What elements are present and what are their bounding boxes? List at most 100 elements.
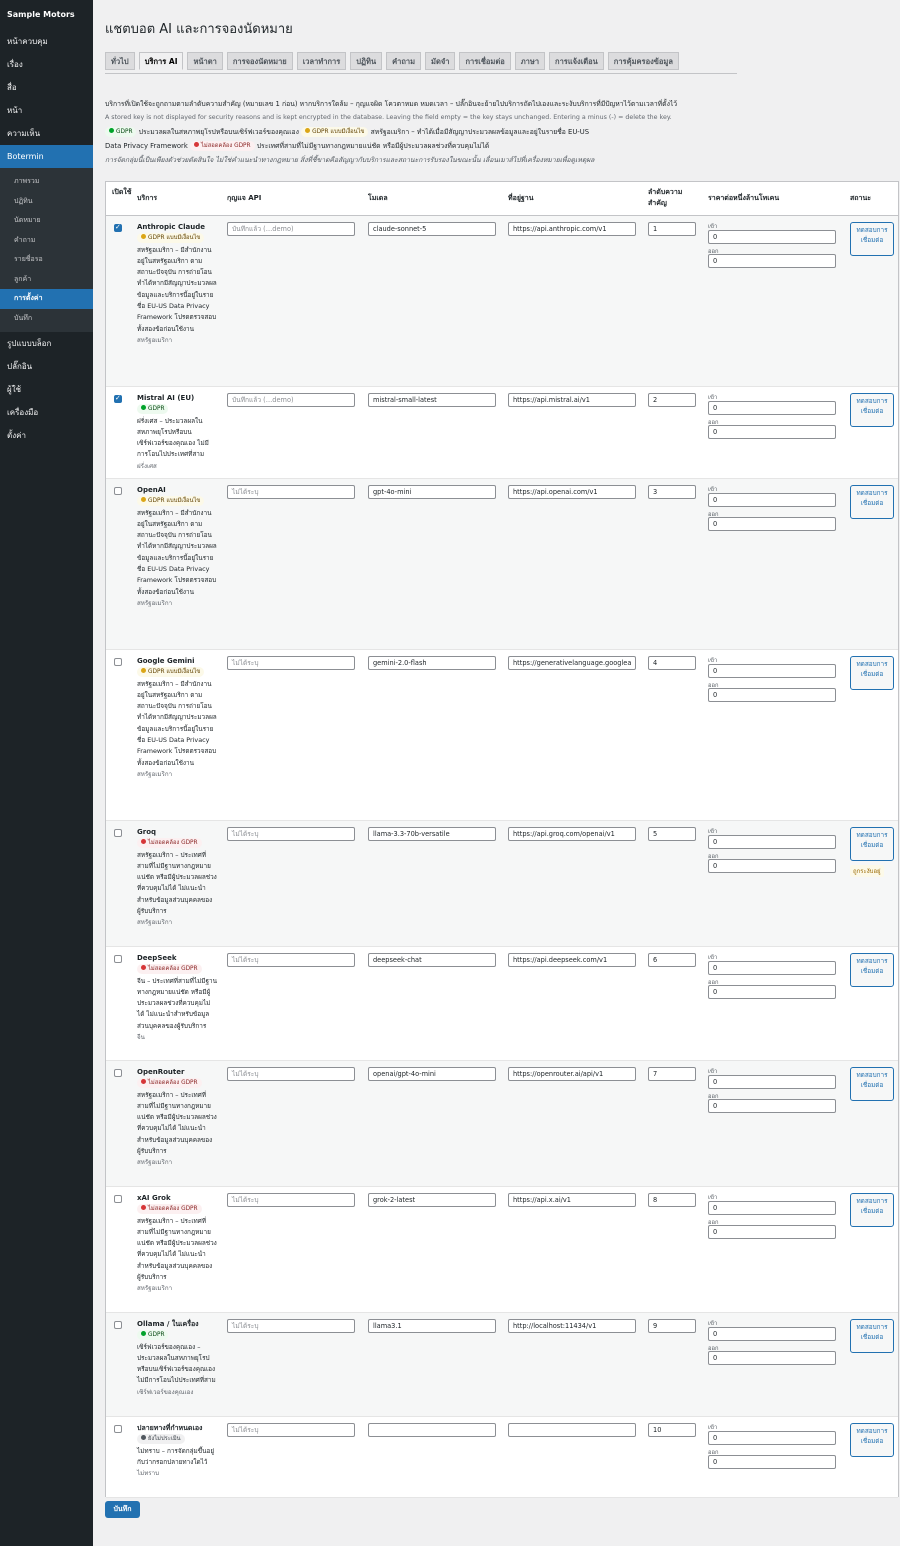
price-out-field[interactable]: 0 [708,1455,836,1469]
api-key-field[interactable]: บันทึกแล้ว (…demo) [227,222,355,236]
tab-8[interactable]: การเชื่อมต่อ [459,52,511,70]
price-in-field[interactable]: 0 [708,1201,836,1215]
model-field[interactable]: llama-3.3-70b-versatile [368,827,496,841]
menu-users[interactable]: ผู้ใช้ [0,378,93,401]
enable-checkbox[interactable] [114,829,122,837]
price-out-field[interactable]: 0 [708,425,836,439]
gdpr-badge[interactable]: GDPR [137,404,169,415]
price-out-field[interactable]: 0 [708,254,836,268]
price-out-field[interactable]: 0 [708,859,836,873]
api-key-field[interactable]: ไม่ได้ระบุ [227,1193,355,1207]
test-connection-button[interactable]: ทดสอบการเชื่อมต่อ [850,222,894,256]
priority-field[interactable]: 10 [648,1423,696,1437]
enable-checkbox[interactable] [114,955,122,963]
menu-comments[interactable]: ความเห็น [0,122,93,145]
enable-checkbox[interactable] [114,1195,122,1203]
test-connection-button[interactable]: ทดสอบการเชื่อมต่อ [850,656,894,690]
site-name[interactable]: Sample Motors [0,0,93,30]
enable-checkbox[interactable] [114,394,122,403]
tab-0[interactable]: ทั่วไป [105,52,135,70]
base-url-field[interactable]: https://openrouter.ai/api/v1 [508,1067,636,1081]
price-out-field[interactable]: 0 [708,1351,836,1365]
model-field[interactable]: deepseek-chat [368,953,496,967]
test-connection-button[interactable]: ทดสอบการเชื่อมต่อ [850,485,894,519]
enable-checkbox[interactable] [114,658,122,666]
submenu-waitlist[interactable]: รายชื่อรอ [0,250,93,270]
model-field[interactable]: openai/gpt-4o-mini [368,1067,496,1081]
tab-11[interactable]: การคุ้มครองข้อมูล [607,52,679,70]
price-in-field[interactable]: 0 [708,1075,836,1089]
model-field[interactable]: gpt-4o-mini [368,485,496,499]
api-key-field[interactable]: บันทึกแล้ว (…demo) [227,393,355,407]
model-field[interactable] [368,1423,496,1437]
priority-field[interactable]: 6 [648,953,696,967]
api-key-field[interactable]: ไม่ได้ระบุ [227,1319,355,1333]
price-out-field[interactable]: 0 [708,517,836,531]
base-url-field[interactable]: https://api.x.ai/v1 [508,1193,636,1207]
model-field[interactable]: gemini-2.0-flash [368,656,496,670]
priority-field[interactable]: 8 [648,1193,696,1207]
gdpr-badge[interactable]: GDPR แบบมีเงื่อนไข [137,233,205,244]
submenu-calendar[interactable]: ปฏิทิน [0,192,93,212]
menu-botermin[interactable]: Botermin [0,145,93,168]
gdpr-badge[interactable]: ไม่สอดคล้อง GDPR [137,838,202,849]
model-field[interactable]: mistral-small-latest [368,393,496,407]
price-in-field[interactable]: 0 [708,401,836,415]
price-in-field[interactable]: 0 [708,1327,836,1341]
submenu-questions[interactable]: คำถาม [0,231,93,251]
menu-block-patterns[interactable]: รูปแบบบล็อก [0,332,93,355]
priority-field[interactable]: 5 [648,827,696,841]
gdpr-badge[interactable]: GDPR แบบมีเงื่อนไข [137,667,205,678]
base-url-field[interactable]: https://api.groq.com/openai/v1 [508,827,636,841]
price-in-field[interactable]: 0 [708,230,836,244]
tab-10[interactable]: การแจ้งเตือน [549,52,604,70]
enable-checkbox[interactable] [114,1069,122,1077]
test-connection-button[interactable]: ทดสอบการเชื่อมต่อ [850,1067,894,1101]
menu-settings[interactable]: ตั้งค่า [0,424,93,447]
submenu-customers[interactable]: ลูกค้า [0,270,93,290]
api-key-field[interactable]: ไม่ได้ระบุ [227,953,355,967]
base-url-field[interactable]: https://generativelanguage.googlea [508,656,636,670]
priority-field[interactable]: 4 [648,656,696,670]
model-field[interactable]: grok-2-latest [368,1193,496,1207]
priority-field[interactable]: 2 [648,393,696,407]
api-key-field[interactable]: ไม่ได้ระบุ [227,485,355,499]
test-connection-button[interactable]: ทดสอบการเชื่อมต่อ [850,1423,894,1457]
price-in-field[interactable]: 0 [708,1431,836,1445]
model-field[interactable]: claude-sonnet-5 [368,222,496,236]
tab-9[interactable]: ภาษา [514,52,546,70]
model-field[interactable]: llama3.1 [368,1319,496,1333]
submenu-appointments[interactable]: นัดหมาย [0,211,93,231]
enable-checkbox[interactable] [114,487,122,495]
submenu-settings[interactable]: การตั้งค่า [0,289,93,309]
menu-dashboard[interactable]: หน้าควบคุม [0,30,93,53]
price-out-field[interactable]: 0 [708,1099,836,1113]
base-url-field[interactable]: https://api.anthropic.com/v1 [508,222,636,236]
api-key-field[interactable]: ไม่ได้ระบุ [227,1067,355,1081]
gdpr-badge[interactable]: GDPR [137,1330,169,1341]
priority-field[interactable]: 7 [648,1067,696,1081]
price-out-field[interactable]: 0 [708,985,836,999]
base-url-field[interactable] [508,1423,636,1437]
gdpr-badge[interactable]: GDPR แบบมีเงื่อนไข [137,496,205,507]
test-connection-button[interactable]: ทดสอบการเชื่อมต่อ [850,1319,894,1353]
price-in-field[interactable]: 0 [708,961,836,975]
gdpr-badge[interactable]: ไม่สอดคล้อง GDPR [137,1204,202,1215]
tab-7[interactable]: มัดจำ [425,52,456,70]
priority-field[interactable]: 9 [648,1319,696,1333]
priority-field[interactable]: 3 [648,485,696,499]
test-connection-button[interactable]: ทดสอบการเชื่อมต่อ [850,953,894,987]
base-url-field[interactable]: https://api.deepseek.com/v1 [508,953,636,967]
priority-field[interactable]: 1 [648,222,696,236]
test-connection-button[interactable]: ทดสอบการเชื่อมต่อ [850,827,894,861]
menu-tools[interactable]: เครื่องมือ [0,401,93,424]
tab-6[interactable]: คำถาม [386,52,422,70]
test-connection-button[interactable]: ทดสอบการเชื่อมต่อ [850,393,894,427]
price-in-field[interactable]: 0 [708,835,836,849]
submenu-log[interactable]: บันทึก [0,309,93,329]
tab-3[interactable]: การจองนัดหมาย [226,52,293,70]
enable-checkbox[interactable] [114,1321,122,1329]
menu-plugins[interactable]: ปลั๊กอิน [0,355,93,378]
test-connection-button[interactable]: ทดสอบการเชื่อมต่อ [850,1193,894,1227]
menu-media[interactable]: สื่อ [0,76,93,99]
